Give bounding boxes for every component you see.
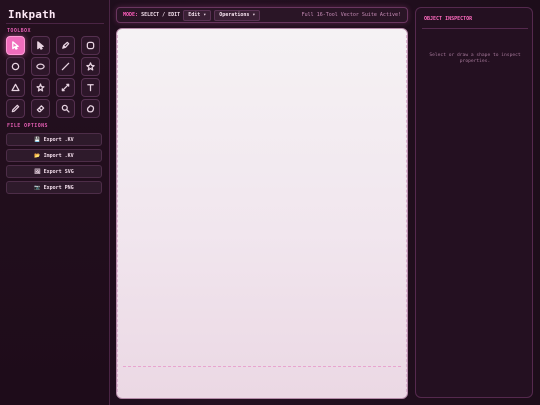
inspector-hint: Select or draw a shape to inspect proper… bbox=[429, 53, 521, 64]
tool-polygon-star[interactable] bbox=[31, 78, 50, 97]
divider bbox=[6, 23, 104, 24]
tool-rounded-rect[interactable] bbox=[81, 36, 100, 55]
status-text: Full 16-Tool Vector Suite Active! bbox=[301, 12, 401, 18]
top-toolbar: MODE: SELECT / EDIT Edit ▾ Operations ▾ … bbox=[116, 7, 408, 23]
camera-icon: 📷 bbox=[34, 184, 41, 191]
text-icon bbox=[87, 84, 94, 92]
hand-icon bbox=[86, 105, 95, 113]
object-inspector-panel: OBJECT INSPECTOR Select or draw a shape … bbox=[415, 7, 533, 398]
mode-value: SELECT / EDIT bbox=[141, 12, 181, 18]
export-png-button[interactable]: 📷 Export PNG bbox=[6, 181, 102, 194]
tool-circle[interactable] bbox=[6, 57, 25, 76]
drawing-canvas[interactable] bbox=[116, 28, 408, 399]
tool-triangle[interactable] bbox=[6, 78, 25, 97]
triangle-icon bbox=[11, 83, 20, 92]
star-outline-icon bbox=[36, 83, 45, 92]
tool-star[interactable] bbox=[81, 57, 100, 76]
tool-pen[interactable] bbox=[56, 36, 75, 55]
export-svg-button[interactable]: 🖼 Export SVG bbox=[6, 165, 102, 178]
canvas-guide-left bbox=[117, 35, 118, 392]
toolbox-grid bbox=[6, 36, 104, 118]
edit-menu-button[interactable]: Edit ▾ bbox=[183, 9, 212, 21]
tool-line[interactable] bbox=[56, 57, 75, 76]
pencil-icon bbox=[11, 104, 20, 113]
tool-pencil[interactable] bbox=[6, 99, 25, 118]
tool-text[interactable] bbox=[81, 78, 100, 97]
direct-select-icon bbox=[37, 41, 44, 50]
star-icon bbox=[86, 62, 95, 71]
toolbox-label: TOOLBOX bbox=[7, 28, 31, 34]
mode-label: MODE: bbox=[123, 12, 139, 18]
pen-tool-icon bbox=[62, 41, 70, 49]
tool-hand[interactable] bbox=[81, 99, 100, 118]
inspector-title: OBJECT INSPECTOR bbox=[424, 16, 473, 22]
tool-eraser[interactable] bbox=[31, 99, 50, 118]
line-icon bbox=[61, 62, 70, 71]
select-arrow-icon bbox=[12, 41, 19, 50]
export-kv-button[interactable]: 💾 Export .KV bbox=[6, 133, 102, 146]
circle-icon bbox=[11, 62, 20, 71]
export-svg-label: Export SVG bbox=[43, 168, 74, 175]
rounded-rect-icon bbox=[86, 41, 95, 50]
ellipse-icon bbox=[36, 63, 45, 70]
canvas-guide-right bbox=[406, 35, 407, 392]
eraser-icon bbox=[36, 105, 45, 113]
image-icon: 🖼 bbox=[34, 168, 41, 175]
divider bbox=[422, 28, 528, 29]
canvas-guide-bottom bbox=[123, 366, 401, 367]
file-options-label: FILE OPTIONS bbox=[7, 123, 48, 129]
zoom-icon bbox=[61, 104, 70, 113]
measure-icon bbox=[61, 83, 70, 92]
tool-select[interactable] bbox=[6, 36, 25, 55]
operations-menu-button[interactable]: Operations ▾ bbox=[214, 9, 261, 21]
export-png-label: Export PNG bbox=[43, 184, 74, 191]
import-kv-label: Import .KV bbox=[43, 152, 74, 159]
save-icon: 💾 bbox=[34, 136, 41, 143]
export-kv-label: Export .KV bbox=[43, 136, 74, 143]
tool-zoom[interactable] bbox=[56, 99, 75, 118]
import-kv-button[interactable]: 📂 Import .KV bbox=[6, 149, 102, 162]
tool-direct-select[interactable] bbox=[31, 36, 50, 55]
sidebar: Inkpath TOOLBOX FILE OPTIONS 💾 Export .K… bbox=[0, 0, 110, 405]
tool-ellipse[interactable] bbox=[31, 57, 50, 76]
tool-measure[interactable] bbox=[56, 78, 75, 97]
folder-icon: 📂 bbox=[34, 152, 41, 159]
app-title: Inkpath bbox=[8, 8, 56, 21]
